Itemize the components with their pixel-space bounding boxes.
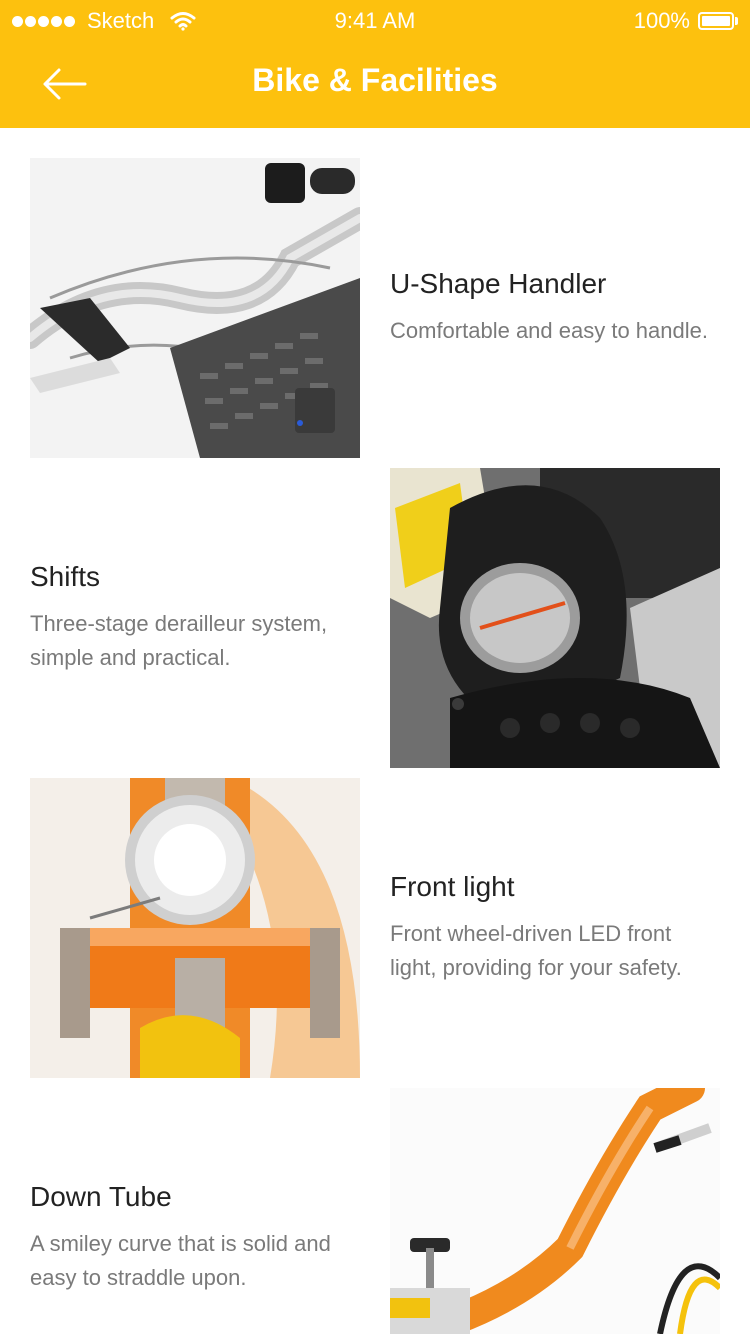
feature-title: U-Shape Handler <box>390 268 607 299</box>
feature-text: Shifts Three-stage derailleur system, si… <box>30 468 360 768</box>
feature-description: Front wheel-driven LED front light, prov… <box>390 921 682 980</box>
battery-percent: 100% <box>633 8 690 33</box>
handlebar-photo <box>30 158 360 458</box>
status-right: 100% <box>634 8 738 34</box>
header: Sketch 9:41 AM 100% Bike & Facilities <box>0 0 750 128</box>
feature-description: Three-stage derailleur system, simple an… <box>30 611 328 670</box>
status-bar: Sketch 9:41 AM 100% <box>0 0 750 40</box>
screen: Sketch 9:41 AM 100% Bike & Facilities U-… <box>0 0 750 1334</box>
feature-title: Shifts <box>30 561 101 592</box>
front-light-photo <box>30 778 360 1078</box>
feature-down-tube: Down Tube A smiley curve that is solid a… <box>0 1088 750 1334</box>
nav-bar: Bike & Facilities <box>0 40 750 128</box>
feature-description: A smiley curve that is solid and easy to… <box>30 1231 331 1290</box>
feature-title: Down Tube <box>30 1181 172 1212</box>
feature-text: Front light Front wheel-driven LED front… <box>390 778 720 1078</box>
battery-icon <box>698 12 738 30</box>
page-title: Bike & Facilities <box>252 62 498 98</box>
down-tube-photo <box>390 1088 720 1334</box>
feature-front-light: Front light Front wheel-driven LED front… <box>0 778 750 1078</box>
feature-shifts: Shifts Three-stage derailleur system, si… <box>0 468 750 768</box>
feature-text: Down Tube A smiley curve that is solid a… <box>30 1088 360 1334</box>
feature-list: U-Shape Handler Comfortable and easy to … <box>0 158 750 1334</box>
feature-description: Comfortable and easy to handle. <box>390 318 708 343</box>
feature-title: Front light <box>390 871 515 902</box>
feature-text: U-Shape Handler Comfortable and easy to … <box>390 158 720 458</box>
feature-handlebar: U-Shape Handler Comfortable and easy to … <box>0 158 750 458</box>
gear-shifter-photo <box>390 468 720 768</box>
